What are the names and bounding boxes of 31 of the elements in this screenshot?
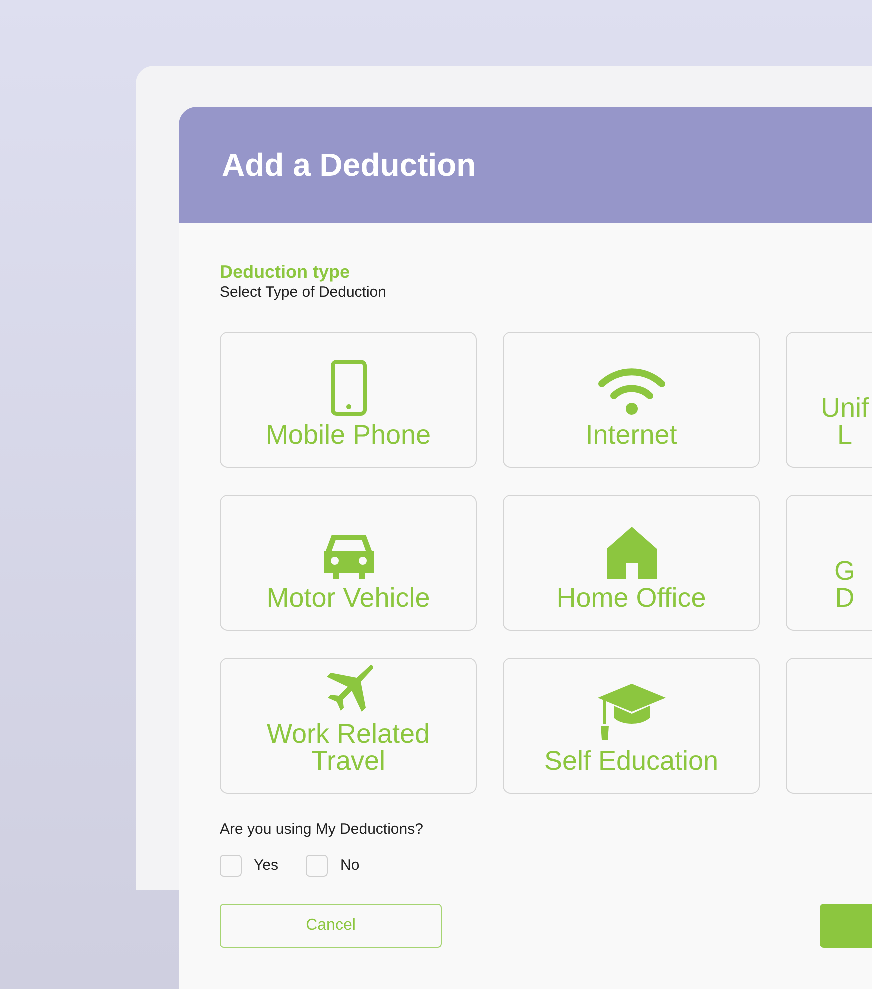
checkbox[interactable]	[220, 854, 242, 877]
option-label: Yes	[254, 856, 278, 876]
section-subheading: Select Type of Deduction	[220, 283, 388, 303]
confirm-button[interactable]	[820, 904, 872, 948]
deduction-tile[interactable]: Self Education	[503, 658, 760, 794]
tile-label: Internet	[586, 422, 678, 449]
option-label: No	[340, 856, 360, 876]
wifi-icon	[598, 366, 666, 416]
tile-label: Unif L	[820, 395, 870, 449]
deduction-tile[interactable]: G D	[786, 495, 872, 631]
phone-icon	[330, 360, 366, 416]
tile-label: Work Related Travel	[266, 721, 430, 775]
deduction-tile[interactable]: Internet	[503, 332, 760, 468]
tile-label: Motor Vehicle	[266, 585, 430, 612]
house-icon	[606, 527, 656, 579]
deduction-tile[interactable]: Motor Vehicle	[220, 495, 477, 631]
tile-label: Mobile Phone	[266, 422, 432, 449]
checkbox[interactable]	[306, 854, 328, 877]
deduction-tile[interactable]	[786, 658, 872, 794]
deduction-tile[interactable]: Home Office	[503, 495, 760, 631]
tile-label: G D	[833, 558, 856, 612]
deduction-tile[interactable]: Unif L	[786, 332, 872, 468]
cancel-button[interactable]: Cancel	[220, 904, 442, 948]
question-text: Are you using My Deductions?	[220, 820, 424, 840]
tile-label: Home Office	[556, 585, 706, 612]
dialog-title: Add a Deduction	[222, 146, 476, 185]
section-heading: Deduction type	[220, 261, 352, 283]
tile-label: Self Education	[544, 748, 719, 775]
graduation-cap-icon	[596, 682, 666, 742]
deduction-tile[interactable]: Work Related Travel	[220, 658, 477, 794]
deduction-tile[interactable]: Mobile Phone	[220, 332, 477, 468]
